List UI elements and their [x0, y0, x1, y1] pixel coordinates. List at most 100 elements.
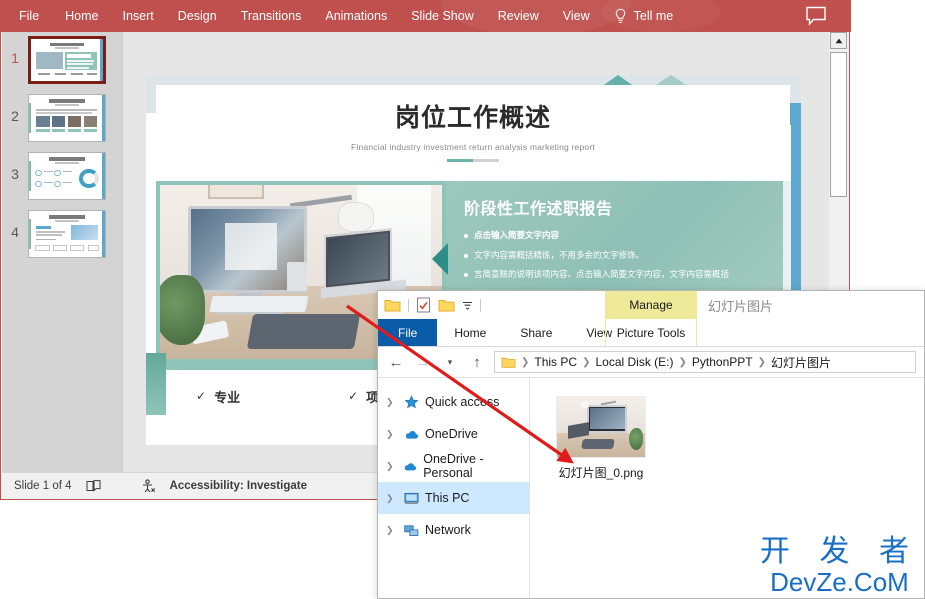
chevron-right-icon[interactable]: ❯	[386, 525, 398, 536]
breadcrumb-item-pythonppt[interactable]: PythonPPT	[692, 355, 753, 369]
slide-title-block[interactable]: 岗位工作概述 Financial industry investment ret…	[156, 85, 790, 175]
explorer-tab-share[interactable]: Share	[503, 319, 569, 346]
breadcrumb-separator-icon: ❯	[521, 357, 529, 368]
breadcrumb-separator-icon: ❯	[679, 357, 687, 368]
breadcrumb-item-local-disk[interactable]: Local Disk (E:)	[595, 355, 673, 369]
nav-item-quick-access[interactable]: ❯ Quick access	[378, 386, 529, 418]
bullet-text: 言简意赅的说明该项内容。点击输入简要文字内容，文字内容需概括	[474, 269, 729, 280]
chevron-right-icon[interactable]: ❯	[386, 461, 397, 472]
thumbnail-image-4[interactable]	[28, 210, 106, 258]
thumbnail-image-1[interactable]	[28, 36, 106, 84]
chevron-down-icon[interactable]	[462, 301, 473, 310]
thumbnail-number-1: 1	[2, 36, 28, 66]
explorer-tab-picture-tools[interactable]: Picture Tools	[605, 319, 697, 346]
file-thumbnail	[556, 396, 646, 458]
ribbon-tab-transitions[interactable]: Transitions	[229, 0, 314, 32]
explorer-tab-file[interactable]: File	[378, 319, 437, 346]
explorer-address-bar[interactable]: ← → ▾ ↑ ❯ This PC ❯ Local Disk (E:) ❯ Py…	[378, 347, 924, 377]
new-folder-icon[interactable]	[438, 298, 455, 313]
watermark-chinese: 开 发 者	[760, 537, 919, 567]
slide-thumbnail-4[interactable]: 4	[2, 210, 123, 268]
slide-thumbnail-1[interactable]: 1	[2, 36, 123, 94]
file-item[interactable]: 幻灯片图_0.png	[546, 396, 656, 481]
thumbnail-image-3[interactable]	[28, 152, 106, 200]
folder-icon[interactable]	[384, 298, 401, 313]
network-icon	[404, 523, 419, 538]
panel-heading: 阶段性工作述职报告	[464, 195, 775, 219]
lightbulb-icon	[614, 8, 627, 25]
breadcrumb[interactable]: ❯ This PC ❯ Local Disk (E:) ❯ PythonPPT …	[494, 351, 916, 373]
tell-me-label: Tell me	[634, 0, 674, 32]
checkmark-icon: ✓	[196, 389, 206, 403]
ribbon-tab-file[interactable]: File	[13, 0, 53, 32]
accessibility-label[interactable]: Accessibility: Investigate	[170, 480, 307, 492]
nav-item-label: OneDrive - Personal	[423, 452, 529, 480]
up-button[interactable]: ↑	[467, 352, 487, 372]
language-notes-icon[interactable]	[86, 479, 103, 493]
ribbon-tab-home[interactable]: Home	[53, 0, 110, 32]
explorer-tab-home[interactable]: Home	[437, 319, 503, 346]
nav-item-label: This PC	[425, 491, 469, 505]
forward-button[interactable]: →	[413, 352, 433, 372]
slide-thumbnail-panel[interactable]: 1 2	[2, 32, 123, 472]
back-button[interactable]: ←	[386, 352, 406, 372]
bullet-dot-icon	[464, 273, 468, 277]
ribbon-tab-review[interactable]: Review	[486, 0, 551, 32]
ppt-ribbon: File Home Insert Design Transitions Anim…	[1, 0, 851, 32]
checkmark-icon: ✓	[348, 389, 358, 403]
breadcrumb-item-this-pc[interactable]: This PC	[534, 355, 577, 369]
star-icon	[404, 395, 419, 410]
file-name-label: 幻灯片图_0.png	[559, 464, 644, 481]
slide-title-text: 岗位工作概述	[395, 98, 551, 134]
chevron-right-icon[interactable]: ❯	[386, 397, 398, 408]
folder-icon	[501, 356, 516, 369]
cloud-icon	[404, 427, 419, 442]
title-underline	[447, 159, 499, 162]
thumbnail-image-2[interactable]	[28, 94, 106, 142]
breadcrumb-item-current[interactable]: 幻灯片图片	[771, 354, 831, 371]
breadcrumb-separator-icon: ❯	[582, 357, 590, 368]
ribbon-tab-animations[interactable]: Animations	[313, 0, 399, 32]
panel-pointer-arrow	[432, 243, 448, 275]
breadcrumb-separator-icon: ❯	[758, 357, 766, 368]
slide-count-label: Slide 1 of 4	[14, 480, 72, 492]
manage-contextual-tab[interactable]: Manage	[605, 291, 697, 319]
comment-icon[interactable]	[805, 6, 827, 26]
bullet-item: 点击输入简要文字内容	[464, 230, 775, 241]
slide-thumbnail-2[interactable]: 2	[2, 94, 123, 152]
tell-me-box[interactable]: Tell me	[614, 0, 674, 32]
slide-thumbnail-3[interactable]: 3	[2, 152, 123, 210]
ribbon-tab-slide-show[interactable]: Slide Show	[399, 0, 486, 32]
check-item-2: ✓ 项	[348, 387, 379, 406]
thumbnail-number-3: 3	[2, 152, 28, 182]
explorer-title-bar[interactable]: Manage 幻灯片图片	[378, 291, 924, 319]
thumbnail-number-2: 2	[2, 94, 28, 124]
nav-item-network[interactable]: ❯ Network	[378, 514, 529, 546]
nav-item-onedrive[interactable]: ❯ OneDrive	[378, 418, 529, 450]
accessibility-icon[interactable]	[141, 479, 156, 493]
nav-item-this-pc[interactable]: ❯ This PC	[378, 482, 529, 514]
nav-item-onedrive-personal[interactable]: ❯ OneDrive - Personal	[378, 450, 529, 482]
ribbon-tab-insert[interactable]: Insert	[111, 0, 166, 32]
cloud-icon	[403, 459, 417, 474]
bullet-dot-icon	[464, 234, 468, 238]
nav-item-label: Network	[425, 523, 471, 537]
check-label: 专业	[214, 387, 240, 406]
chevron-right-icon[interactable]: ❯	[386, 429, 398, 440]
ribbon-tab-design[interactable]: Design	[166, 0, 229, 32]
navigation-pane[interactable]: ❯ Quick access ❯ OneDrive ❯ OneDrive - P…	[378, 378, 530, 599]
explorer-tab-bar[interactable]: File Home Share View Picture Tools	[378, 319, 924, 346]
scrollbar-thumb[interactable]	[830, 52, 847, 197]
ribbon-tab-view[interactable]: View	[551, 0, 602, 32]
check-item-1: ✓ 专业	[196, 387, 240, 406]
recent-locations-icon[interactable]: ▾	[440, 352, 460, 372]
nav-item-label: Quick access	[425, 395, 499, 409]
chevron-right-icon[interactable]: ❯	[386, 493, 398, 504]
properties-icon[interactable]	[416, 297, 431, 313]
bullet-item: 言简意赅的说明该项内容。点击输入简要文字内容，文字内容需概括	[464, 269, 775, 280]
bullet-dot-icon	[464, 254, 468, 258]
thumbnail-number-4: 4	[2, 210, 28, 240]
nav-item-label: OneDrive	[425, 427, 478, 441]
ribbon-tab-list: File Home Insert Design Transitions Anim…	[1, 0, 851, 32]
scroll-up-arrow-icon[interactable]	[830, 32, 847, 49]
